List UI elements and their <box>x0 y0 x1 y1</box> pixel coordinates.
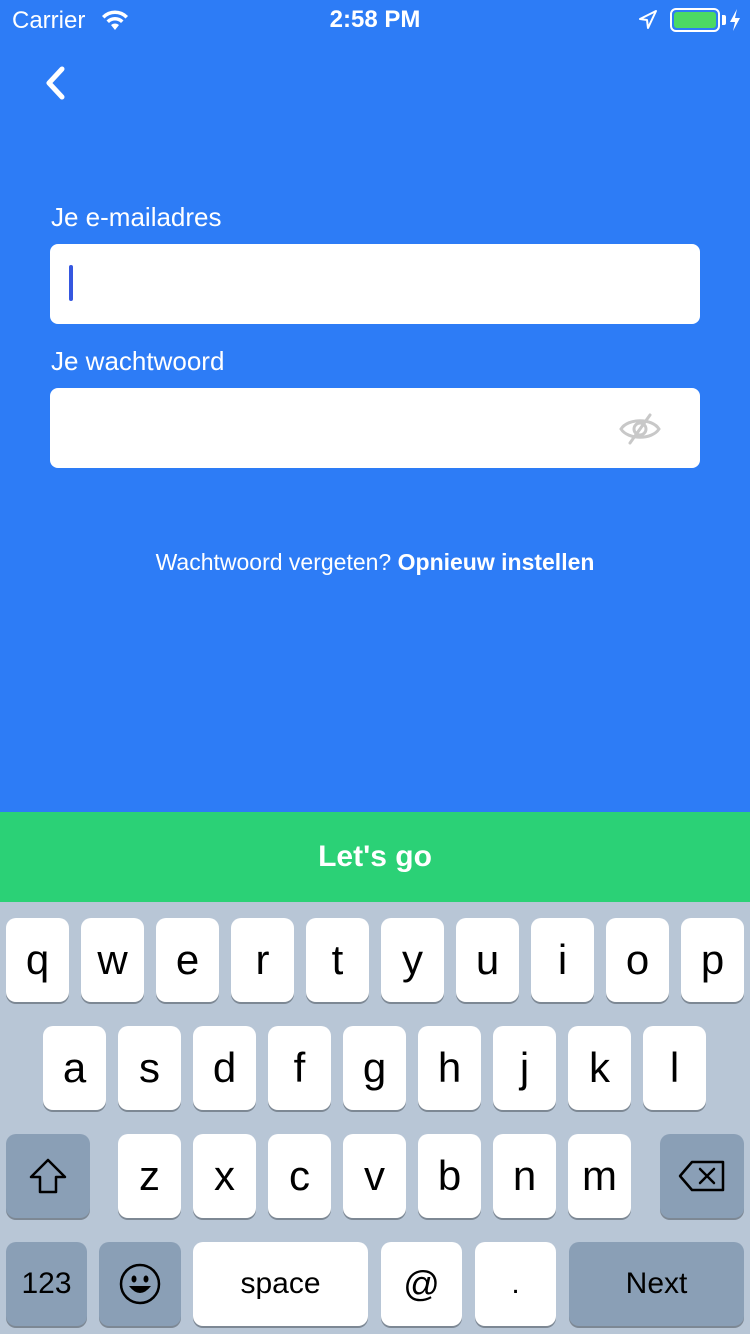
emoji-icon <box>119 1263 161 1305</box>
at-key[interactable]: @ <box>381 1242 462 1326</box>
numbers-key[interactable]: 123 <box>6 1242 87 1326</box>
chevron-left-icon <box>46 66 65 100</box>
key-x[interactable]: x <box>193 1134 256 1218</box>
password-input[interactable] <box>50 388 700 468</box>
text-caret <box>69 265 73 301</box>
key-n[interactable]: n <box>493 1134 556 1218</box>
eye-slash-icon[interactable] <box>618 412 662 451</box>
password-field[interactable] <box>50 388 700 468</box>
key-k[interactable]: k <box>568 1026 631 1110</box>
backspace-key[interactable] <box>660 1134 744 1218</box>
battery-icon <box>670 8 720 32</box>
shift-key[interactable] <box>6 1134 90 1218</box>
key-w[interactable]: w <box>81 918 144 1002</box>
key-p[interactable]: p <box>681 918 744 1002</box>
keyboard: q w e r t y u i o p a s d f g h j k l z … <box>0 902 750 1334</box>
key-s[interactable]: s <box>118 1026 181 1110</box>
shift-arrow-icon <box>29 1158 67 1194</box>
key-b[interactable]: b <box>418 1134 481 1218</box>
email-input[interactable] <box>50 244 700 324</box>
battery-nub <box>722 15 726 25</box>
key-m[interactable]: m <box>568 1134 631 1218</box>
emoji-key[interactable] <box>99 1242 181 1326</box>
submit-button[interactable]: Let's go <box>0 812 750 902</box>
next-key[interactable]: Next <box>569 1242 744 1326</box>
key-t[interactable]: t <box>306 918 369 1002</box>
key-r[interactable]: r <box>231 918 294 1002</box>
key-e[interactable]: e <box>156 918 219 1002</box>
key-f[interactable]: f <box>268 1026 331 1110</box>
key-a[interactable]: a <box>43 1026 106 1110</box>
key-o[interactable]: o <box>606 918 669 1002</box>
space-key[interactable]: space <box>193 1242 368 1326</box>
email-label: Je e-mailadres <box>51 202 222 232</box>
key-u[interactable]: u <box>456 918 519 1002</box>
status-bar: Carrier 2:58 PM <box>0 0 750 40</box>
charging-bolt-icon <box>728 8 742 37</box>
key-h[interactable]: h <box>418 1026 481 1110</box>
backspace-icon <box>678 1160 725 1192</box>
key-v[interactable]: v <box>343 1134 406 1218</box>
reset-password-link[interactable]: Opnieuw instellen <box>398 549 595 575</box>
dot-key[interactable]: . <box>475 1242 556 1326</box>
forgot-password-row: Wachtwoord vergeten? Opnieuw instellen <box>0 549 750 576</box>
key-z[interactable]: z <box>118 1134 181 1218</box>
email-field[interactable] <box>50 244 700 324</box>
key-q[interactable]: q <box>6 918 69 1002</box>
key-j[interactable]: j <box>493 1026 556 1110</box>
back-button[interactable] <box>30 58 80 108</box>
key-d[interactable]: d <box>193 1026 256 1110</box>
key-y[interactable]: y <box>381 918 444 1002</box>
key-i[interactable]: i <box>531 918 594 1002</box>
key-g[interactable]: g <box>343 1026 406 1110</box>
key-c[interactable]: c <box>268 1134 331 1218</box>
forgot-password-text: Wachtwoord vergeten? <box>155 549 392 575</box>
location-arrow-icon <box>638 9 658 36</box>
password-label: Je wachtwoord <box>51 346 225 376</box>
key-l[interactable]: l <box>643 1026 706 1110</box>
